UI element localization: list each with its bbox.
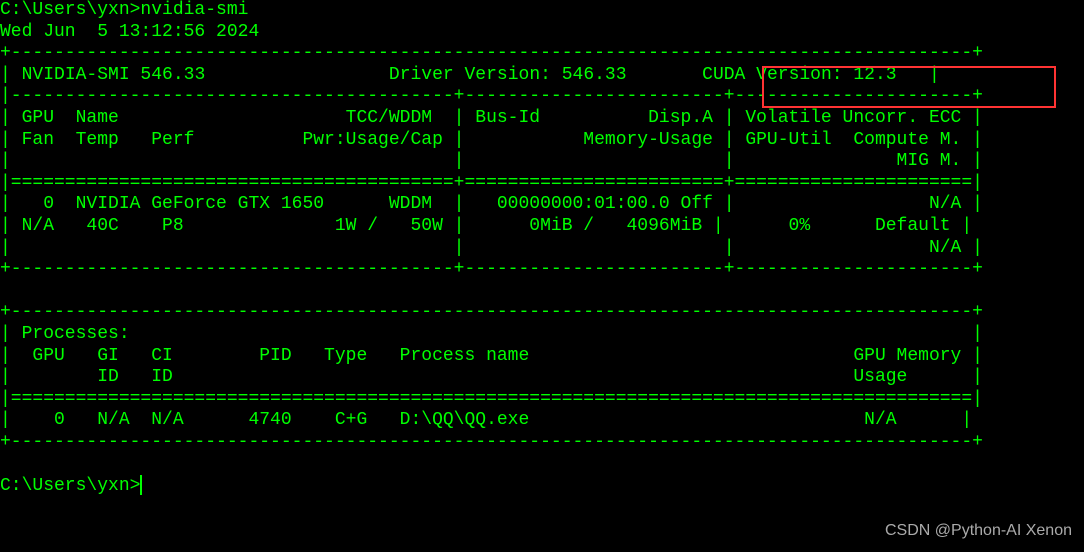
header-divider: |---------------------------------------… (0, 86, 983, 106)
smi-version: NVIDIA-SMI 546.33 (22, 65, 206, 85)
gpu-header-divider: |=======================================… (0, 173, 983, 193)
prompt-command-line: C:\Users\yxn>nvidia-smi (0, 0, 248, 20)
proc-bottom-border: +---------------------------------------… (0, 432, 983, 452)
gpu-data-row1: | 0 NVIDIA GeForce GTX 1650 WDDM | 00000… (0, 194, 983, 214)
cuda-version: CUDA Version: 12.3 (702, 65, 896, 85)
proc-divider: |=======================================… (0, 389, 983, 409)
cursor (140, 475, 142, 495)
gpu-data-row2: | N/A 40C P8 1W / 50W | 0MiB / 4096MiB |… (0, 216, 972, 236)
gpu-data-row3: | | | N/A | (0, 238, 983, 258)
info-row: | NVIDIA-SMI 546.33 Driver Version: 546.… (0, 65, 940, 85)
proc-top-border: +---------------------------------------… (0, 302, 983, 322)
gpu-bottom-border: +---------------------------------------… (0, 259, 983, 279)
gpu-header-row3: | | | MIG M. | (0, 151, 983, 171)
proc-header-row1: | GPU GI CI PID Type Process name GPU Me… (0, 346, 983, 366)
terminal-output: C:\Users\yxn>nvidia-smi Wed Jun 5 13:12:… (0, 0, 1084, 497)
gpu-header-row2: | Fan Temp Perf Pwr:Usage/Cap | Memory-U… (0, 130, 983, 150)
proc-title-row: | Processes: | (0, 324, 983, 344)
watermark: CSDN @Python-AI Xenon (885, 521, 1072, 540)
prompt-ready[interactable]: C:\Users\yxn> (0, 476, 140, 496)
table-top-border: +---------------------------------------… (0, 43, 983, 63)
gpu-header-row1: | GPU Name TCC/WDDM | Bus-Id Disp.A | Vo… (0, 108, 983, 128)
proc-header-row2: | ID ID Usage | (0, 367, 983, 387)
driver-version: Driver Version: 546.33 (389, 65, 627, 85)
timestamp-line: Wed Jun 5 13:12:56 2024 (0, 22, 259, 42)
proc-data-row: | 0 N/A N/A 4740 C+G D:\QQ\QQ.exe N/A | (0, 410, 972, 430)
